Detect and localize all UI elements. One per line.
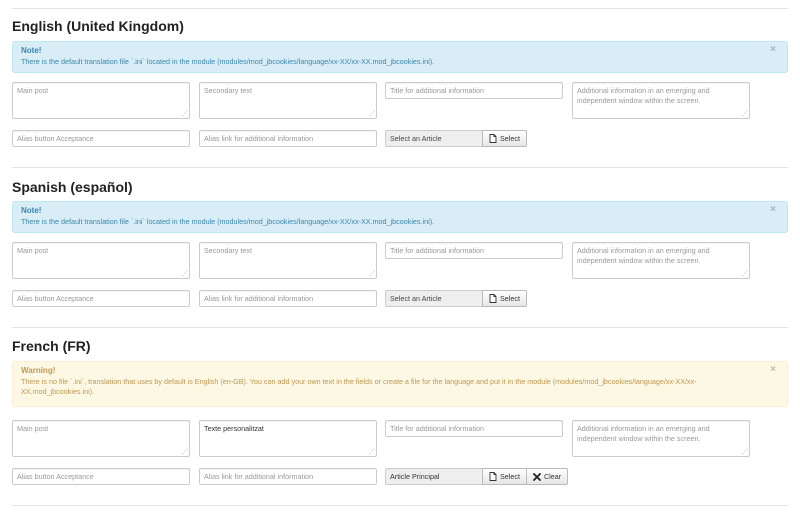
resize-grip-icon[interactable]: ⋰ bbox=[369, 111, 375, 117]
alert-text: There is the default translation file `.… bbox=[21, 57, 435, 66]
article-selector: Article Principal Select Clear bbox=[385, 468, 569, 485]
additional-info-textarea[interactable]: Additional information in an emerging an… bbox=[572, 82, 750, 119]
title-info-input[interactable]: Title for additional information bbox=[385, 82, 563, 99]
clear-label: Clear bbox=[543, 472, 562, 481]
additional-info-placeholder: Additional information in an emerging an… bbox=[577, 246, 710, 265]
resize-grip-icon[interactable]: ⋰ bbox=[182, 271, 188, 277]
select-label: Select bbox=[500, 134, 520, 143]
main-post-placeholder: Main post bbox=[17, 86, 49, 95]
select-article-button[interactable]: Select bbox=[482, 468, 527, 485]
additional-info-placeholder: Additional information in an emerging an… bbox=[577, 86, 710, 105]
close-icon[interactable]: × bbox=[770, 45, 776, 55]
secondary-text-placeholder: Secondary text bbox=[204, 246, 252, 255]
clear-article-button[interactable]: Clear bbox=[525, 468, 569, 485]
note-alert-english: Note! There is the default translation f… bbox=[12, 41, 788, 73]
resize-grip-icon[interactable]: ⋰ bbox=[182, 111, 188, 117]
resize-grip-icon[interactable]: ⋰ bbox=[369, 449, 375, 455]
close-icon[interactable]: × bbox=[770, 205, 776, 215]
language-title-french: French (FR) bbox=[12, 338, 91, 354]
language-title-spanish: Spanish (español) bbox=[12, 179, 133, 195]
secondary-text-textarea[interactable]: Secondary text ⋰ bbox=[199, 82, 377, 119]
alert-heading: Note! bbox=[21, 46, 42, 55]
language-title-english: English (United Kingdom) bbox=[12, 18, 184, 34]
divider bbox=[12, 505, 788, 506]
secondary-text-placeholder: Secondary text bbox=[204, 86, 252, 95]
alert-heading: Warning! bbox=[21, 366, 56, 375]
secondary-text-value: Texte personalitzat bbox=[204, 424, 264, 433]
divider bbox=[12, 327, 788, 328]
file-icon bbox=[489, 134, 497, 143]
file-icon bbox=[489, 472, 497, 481]
article-field: Article Principal bbox=[385, 468, 483, 485]
x-icon bbox=[533, 472, 541, 481]
article-field: Select an Article bbox=[385, 290, 483, 307]
warning-alert-french: Warning! There is no file `.ini`, transl… bbox=[12, 361, 788, 407]
select-label: Select bbox=[500, 472, 520, 481]
note-alert-spanish: Note! There is the default translation f… bbox=[12, 201, 788, 233]
title-info-input[interactable]: Title for additional information bbox=[385, 242, 563, 259]
alias-button-input[interactable]: Alias button Acceptance bbox=[12, 290, 190, 307]
article-selector: Select an Article Select bbox=[385, 130, 527, 147]
file-icon bbox=[489, 294, 497, 303]
secondary-text-textarea[interactable]: Secondary text ⋰ bbox=[199, 242, 377, 279]
select-article-button[interactable]: Select bbox=[482, 130, 527, 147]
alias-button-input[interactable]: Alias button Acceptance bbox=[12, 130, 190, 147]
main-post-textarea[interactable]: Main post ⋰ bbox=[12, 82, 190, 119]
resize-grip-icon[interactable]: ⋰ bbox=[182, 449, 188, 455]
alert-text: There is no file `.ini`, translation tha… bbox=[21, 377, 697, 396]
close-icon[interactable]: × bbox=[770, 365, 776, 375]
divider bbox=[12, 8, 788, 9]
alias-link-input[interactable]: Alias link for additional information bbox=[199, 130, 377, 147]
main-post-placeholder: Main post bbox=[17, 424, 49, 433]
alias-button-input[interactable]: Alias button Acceptance bbox=[12, 468, 190, 485]
select-label: Select bbox=[500, 294, 520, 303]
select-article-button[interactable]: Select bbox=[482, 290, 527, 307]
resize-grip-icon[interactable]: ⋰ bbox=[742, 271, 748, 277]
main-post-placeholder: Main post bbox=[17, 246, 49, 255]
divider bbox=[12, 167, 788, 168]
additional-info-textarea[interactable]: Additional information in an emerging an… bbox=[572, 242, 750, 279]
main-post-textarea[interactable]: Main post ⋰ bbox=[12, 242, 190, 279]
resize-grip-icon[interactable]: ⋰ bbox=[742, 111, 748, 117]
secondary-text-textarea[interactable]: Texte personalitzat ⋰ bbox=[199, 420, 377, 457]
article-field: Select an Article bbox=[385, 130, 483, 147]
additional-info-textarea[interactable]: Additional information in an emerging an… bbox=[572, 420, 750, 457]
additional-info-placeholder: Additional information in an emerging an… bbox=[577, 424, 710, 443]
alert-text: There is the default translation file `.… bbox=[21, 217, 435, 226]
alert-heading: Note! bbox=[21, 206, 42, 215]
resize-grip-icon[interactable]: ⋰ bbox=[742, 449, 748, 455]
main-post-textarea[interactable]: Main post ⋰ bbox=[12, 420, 190, 457]
alias-link-input[interactable]: Alias link for additional information bbox=[199, 290, 377, 307]
resize-grip-icon[interactable]: ⋰ bbox=[369, 271, 375, 277]
alias-link-input[interactable]: Alias link for additional information bbox=[199, 468, 377, 485]
title-info-input[interactable]: Title for additional information bbox=[385, 420, 563, 437]
article-selector: Select an Article Select bbox=[385, 290, 527, 307]
